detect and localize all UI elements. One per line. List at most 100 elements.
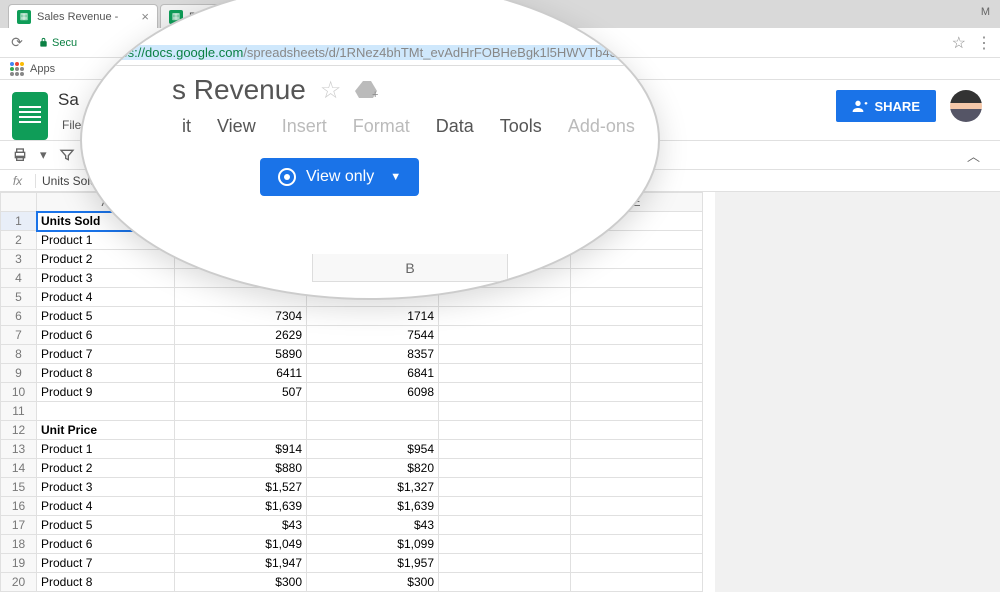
cell[interactable]	[439, 516, 571, 535]
share-button[interactable]: SHARE	[836, 90, 936, 122]
cell[interactable]	[571, 307, 703, 326]
cell[interactable]: Product 3	[37, 478, 175, 497]
cell[interactable]: $1,639	[307, 497, 439, 516]
zoom-menu-item[interactable]: it	[182, 116, 191, 137]
zoom-menu-item[interactable]: Insert	[282, 116, 327, 137]
cell[interactable]: 8357	[307, 345, 439, 364]
bookmark-star-icon[interactable]: ☆	[952, 33, 966, 53]
cell[interactable]: $914	[175, 440, 307, 459]
filter-icon[interactable]	[59, 147, 75, 163]
cell[interactable]: 6098	[307, 383, 439, 402]
cell[interactable]	[439, 535, 571, 554]
cell[interactable]	[175, 402, 307, 421]
cell[interactable]	[307, 402, 439, 421]
chrome-profile-initial[interactable]: M	[981, 6, 990, 18]
cell[interactable]: $1,049	[175, 535, 307, 554]
cell[interactable]: Product 8	[37, 573, 175, 592]
cell[interactable]	[571, 478, 703, 497]
cell[interactable]: Product 7	[37, 345, 175, 364]
cell[interactable]	[307, 421, 439, 440]
row-header[interactable]: 2	[1, 231, 37, 250]
cell[interactable]	[571, 269, 703, 288]
cell[interactable]: $43	[307, 516, 439, 535]
cell[interactable]	[571, 345, 703, 364]
cell[interactable]: $1,327	[307, 478, 439, 497]
cell[interactable]	[571, 402, 703, 421]
cell[interactable]	[571, 250, 703, 269]
cell[interactable]	[571, 516, 703, 535]
close-icon[interactable]: ×	[141, 9, 149, 24]
print-icon[interactable]	[12, 147, 28, 163]
row-header[interactable]: 5	[1, 288, 37, 307]
cell[interactable]: Product 3	[37, 269, 175, 288]
row-header[interactable]: 20	[1, 573, 37, 592]
zoom-menu-item[interactable]: Format	[353, 116, 410, 137]
cell[interactable]	[37, 402, 175, 421]
star-icon[interactable]: ☆	[320, 76, 342, 105]
cell[interactable]: $1,099	[307, 535, 439, 554]
cell[interactable]	[175, 421, 307, 440]
cell[interactable]: $300	[307, 573, 439, 592]
cell[interactable]	[439, 402, 571, 421]
cell[interactable]: 7304	[175, 307, 307, 326]
cell[interactable]	[571, 440, 703, 459]
cell[interactable]	[439, 326, 571, 345]
cell[interactable]: $1,947	[175, 554, 307, 573]
cell[interactable]: Product 8	[37, 364, 175, 383]
cell[interactable]: 6411	[175, 364, 307, 383]
cell[interactable]: $300	[175, 573, 307, 592]
cell[interactable]	[439, 573, 571, 592]
cell[interactable]	[571, 364, 703, 383]
view-only-button[interactable]: View only ▼	[260, 158, 419, 196]
row-header[interactable]: 10	[1, 383, 37, 402]
cell[interactable]: 1714	[307, 307, 439, 326]
apps-icon[interactable]	[10, 62, 24, 76]
user-avatar[interactable]	[950, 90, 982, 122]
row-header[interactable]: 3	[1, 250, 37, 269]
drive-add-icon[interactable]: +	[355, 78, 379, 102]
row-header[interactable]: 11	[1, 402, 37, 421]
row-header[interactable]: 6	[1, 307, 37, 326]
cell[interactable]	[571, 554, 703, 573]
cell[interactable]: Product 6	[37, 535, 175, 554]
cell[interactable]	[571, 421, 703, 440]
cell[interactable]: $1,957	[307, 554, 439, 573]
secure-indicator[interactable]: Secu	[38, 37, 77, 49]
cell[interactable]: $880	[175, 459, 307, 478]
cell[interactable]	[439, 459, 571, 478]
cell[interactable]	[571, 288, 703, 307]
zoom-doc-title[interactable]: s Revenue	[172, 74, 306, 106]
zoom-menu-item[interactable]: Add-ons	[568, 116, 635, 137]
cell[interactable]: Unit Price	[37, 421, 175, 440]
row-header[interactable]: 8	[1, 345, 37, 364]
cell[interactable]: $820	[307, 459, 439, 478]
zoom-menu-item[interactable]: View	[217, 116, 256, 137]
browser-tab-active[interactable]: ▦ Sales Revenue - ×	[8, 4, 158, 28]
row-header[interactable]: 18	[1, 535, 37, 554]
cell[interactable]	[439, 497, 571, 516]
row-header[interactable]: 13	[1, 440, 37, 459]
sheets-logo-icon[interactable]	[12, 92, 48, 140]
row-header[interactable]: 17	[1, 516, 37, 535]
cell[interactable]: 7544	[307, 326, 439, 345]
cell[interactable]: Product 6	[37, 326, 175, 345]
row-header[interactable]: 4	[1, 269, 37, 288]
apps-label[interactable]: Apps	[30, 63, 55, 75]
row-header[interactable]: 7	[1, 326, 37, 345]
cell[interactable]: $954	[307, 440, 439, 459]
cell[interactable]	[571, 573, 703, 592]
cell[interactable]: Product 1	[37, 440, 175, 459]
cell[interactable]	[439, 307, 571, 326]
cell[interactable]	[439, 440, 571, 459]
corner-cell[interactable]	[1, 193, 37, 212]
cell[interactable]: Product 2	[37, 250, 175, 269]
cell[interactable]: Product 4	[37, 288, 175, 307]
zoom-column-header[interactable]: B	[312, 254, 508, 282]
cell[interactable]: Product 5	[37, 516, 175, 535]
cell[interactable]	[439, 478, 571, 497]
cell[interactable]	[439, 364, 571, 383]
zoom-menu-item[interactable]: Data	[436, 116, 474, 137]
browser-menu-icon[interactable]: ⋮	[976, 33, 992, 53]
row-header[interactable]: 15	[1, 478, 37, 497]
document-title[interactable]: Sa	[58, 90, 85, 110]
